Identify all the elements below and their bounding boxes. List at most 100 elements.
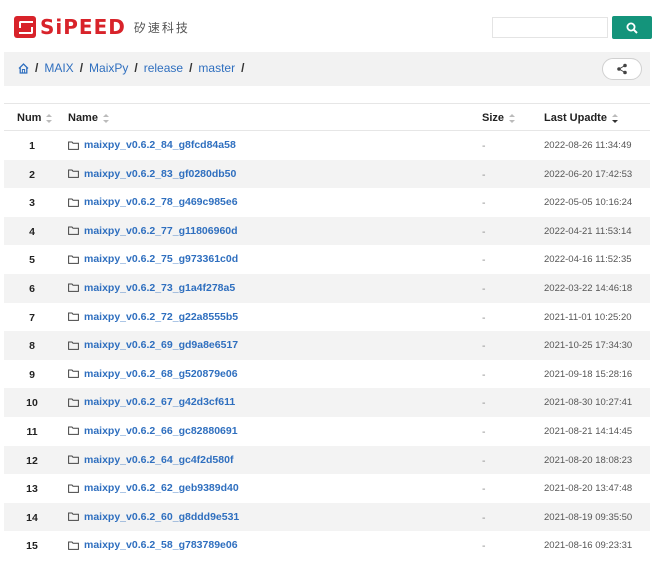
sort-icon [102, 113, 109, 123]
row-name-cell: maixpy_v0.6.2_72_g22a8555b5 [68, 311, 238, 323]
table-row: 9 maixpy_v0.6.2_68_g520879e06 - 2021-09-18 … [4, 360, 650, 389]
row-name-cell: maixpy_v0.6.2_84_g8fcd84a58 [68, 139, 236, 151]
row-number: 1 [29, 140, 35, 152]
sort-icon [46, 113, 53, 123]
share-button[interactable] [602, 58, 642, 80]
column-header-date-label: Last Upadte [544, 112, 607, 124]
row-size: - [482, 340, 486, 353]
table-row: 3 maixpy_v0.6.2_78_g469c985e6 - 2022-05-05 … [4, 188, 650, 217]
sort-descending-icon [611, 113, 618, 123]
row-last-update: 2021-08-30 10:27:41 [544, 397, 633, 409]
row-number: 10 [26, 397, 38, 410]
folder-icon [68, 455, 79, 464]
row-number: 12 [26, 454, 38, 467]
folder-link[interactable]: maixpy_v0.6.2_69_gd9a8e6517 [84, 339, 238, 351]
table-row: 7 maixpy_v0.6.2_72_g22a8555b5 - 2021-11-01 … [4, 303, 650, 332]
row-size: - [482, 511, 486, 524]
row-size: - [482, 197, 486, 210]
breadcrumb-maix[interactable]: MAIX [44, 61, 73, 75]
folder-link[interactable]: maixpy_v0.6.2_67_g42d3cf611 [84, 396, 235, 408]
row-name-cell: maixpy_v0.6.2_67_g42d3cf611 [68, 396, 235, 408]
breadcrumb-master[interactable]: master [198, 61, 235, 75]
row-number: 2 [29, 168, 35, 181]
sipeed-logo-mark-icon [14, 16, 36, 38]
row-name-cell: maixpy_v0.6.2_64_gc4f2d580f [68, 454, 233, 466]
row-name-cell: maixpy_v0.6.2_62_geb9389d40 [68, 482, 239, 494]
row-number: 4 [29, 225, 35, 238]
search-button[interactable] [612, 16, 652, 39]
folder-link[interactable]: maixpy_v0.6.2_84_g8fcd84a58 [84, 139, 236, 151]
row-size: - [482, 425, 486, 438]
folder-link[interactable]: maixpy_v0.6.2_83_gf0280db50 [84, 168, 236, 180]
row-last-update: 2021-08-16 09:23:31 [544, 540, 633, 552]
folder-link[interactable]: maixpy_v0.6.2_64_gc4f2d580f [84, 454, 233, 466]
table-header: Num Name Size Last Upadte [4, 103, 650, 131]
folder-link[interactable]: maixpy_v0.6.2_58_g783789e06 [84, 539, 238, 551]
table-row: 6 maixpy_v0.6.2_73_g1a4f278a5 - 2022-03-22 … [4, 273, 650, 303]
row-size: - [482, 168, 486, 181]
column-header-num[interactable]: Num [17, 112, 53, 124]
row-last-update: 2022-08-26 11:34:49 [544, 140, 632, 151]
row-name-cell: maixpy_v0.6.2_69_gd9a8e6517 [68, 339, 238, 351]
row-last-update: 2022-04-21 11:53:14 [544, 225, 632, 237]
folder-link[interactable]: maixpy_v0.6.2_68_g520879e06 [84, 368, 238, 380]
row-name-cell: maixpy_v0.6.2_75_g973361c0d [68, 253, 238, 265]
folder-icon [68, 398, 79, 407]
breadcrumb-separator: / [189, 61, 193, 75]
folder-link[interactable]: maixpy_v0.6.2_77_g11806960d [84, 225, 238, 237]
folder-icon [68, 341, 79, 350]
folder-link[interactable]: maixpy_v0.6.2_78_g469c985e6 [84, 196, 238, 208]
row-size: - [482, 254, 486, 267]
search-input[interactable] [492, 17, 608, 38]
row-number: 8 [29, 340, 35, 353]
row-number: 11 [26, 425, 38, 438]
breadcrumb-maixpy[interactable]: MaixPy [89, 61, 128, 75]
breadcrumb-separator: / [241, 61, 245, 75]
sort-icon [509, 113, 516, 123]
row-size: - [482, 225, 486, 238]
row-name-cell: maixpy_v0.6.2_68_g520879e06 [68, 368, 238, 380]
column-header-date[interactable]: Last Upadte [544, 112, 618, 124]
site-header: SiPEED 矽速科技 [0, 0, 658, 52]
folder-icon [68, 198, 79, 207]
breadcrumb: / MAIX / MaixPy / release / master / [18, 61, 250, 75]
table-row: 8 maixpy_v0.6.2_69_gd9a8e6517 - 2021-10-25 … [4, 331, 650, 360]
row-size: - [482, 454, 486, 467]
folder-link[interactable]: maixpy_v0.6.2_73_g1a4f278a5 [84, 282, 235, 294]
row-name-cell: maixpy_v0.6.2_83_gf0280db50 [68, 168, 236, 180]
breadcrumb-separator: / [35, 61, 39, 75]
row-last-update: 2021-08-20 18:08:23 [544, 454, 633, 466]
folder-link[interactable]: maixpy_v0.6.2_75_g973361c0d [84, 253, 238, 265]
row-last-update: 2021-09-18 15:28:16 [544, 368, 633, 380]
logo-chinese-text: 矽速科技 [133, 20, 190, 35]
row-number: 3 [29, 197, 35, 210]
column-header-name[interactable]: Name [68, 112, 109, 124]
row-number: 9 [29, 368, 35, 381]
sipeed-logo[interactable]: SiPEED 矽速科技 [14, 14, 190, 40]
column-header-size[interactable]: Size [482, 112, 516, 124]
table-row: 14 maixpy_v0.6.2_60_g8ddd9e531 - 2021-08-19… [4, 502, 650, 532]
breadcrumb-release[interactable]: release [144, 61, 183, 75]
folder-link[interactable]: maixpy_v0.6.2_62_geb9389d40 [84, 482, 239, 494]
folder-link[interactable]: maixpy_v0.6.2_66_gc82880691 [84, 425, 238, 437]
folder-icon [68, 484, 79, 493]
folder-link[interactable]: maixpy_v0.6.2_60_g8ddd9e531 [84, 511, 239, 523]
folder-link[interactable]: maixpy_v0.6.2_72_g22a8555b5 [84, 311, 238, 323]
row-size: - [482, 397, 486, 410]
column-header-name-label: Name [68, 112, 98, 124]
home-icon[interactable] [18, 62, 29, 74]
row-name-cell: maixpy_v0.6.2_73_g1a4f278a5 [68, 282, 235, 294]
folder-icon [68, 141, 79, 150]
row-name-cell: maixpy_v0.6.2_78_g469c985e6 [68, 196, 238, 208]
row-last-update: 2021-11-01 10:25:20 [544, 311, 632, 323]
row-size: - [482, 540, 486, 553]
row-number: 14 [26, 511, 38, 524]
row-name-cell: maixpy_v0.6.2_60_g8ddd9e531 [68, 511, 239, 523]
folder-icon [68, 512, 79, 522]
folder-icon [68, 283, 79, 293]
logo-text: SiPEED [40, 15, 126, 39]
row-size: - [482, 368, 486, 381]
table-row: 4 maixpy_v0.6.2_77_g11806960d - 2022-04-21 … [4, 216, 650, 246]
column-header-num-label: Num [17, 112, 42, 124]
row-number: 6 [29, 282, 35, 295]
